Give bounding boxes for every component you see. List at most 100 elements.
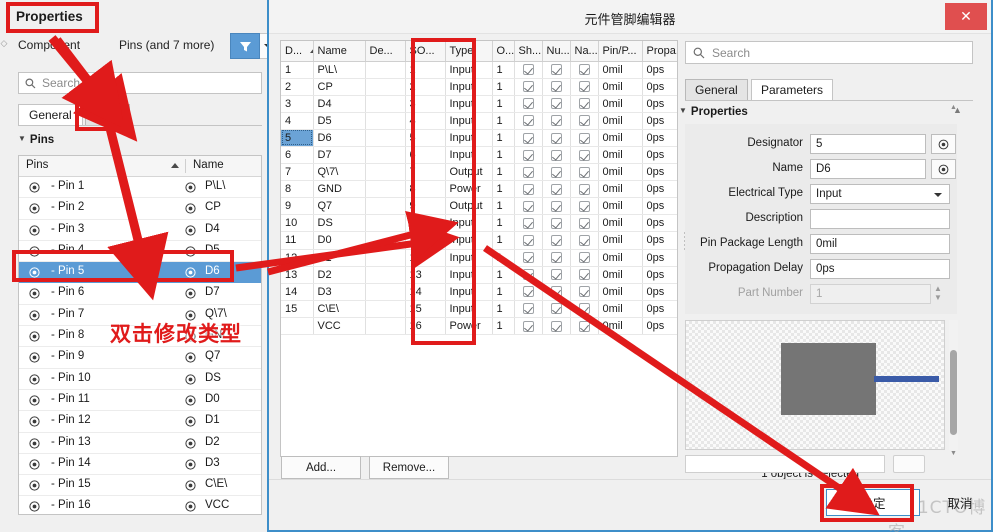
- visibility-eye-icon[interactable]: [29, 331, 40, 345]
- cell-designator[interactable]: [281, 317, 314, 336]
- cell-type[interactable]: Power: [445, 317, 493, 336]
- pin-list-item[interactable]: - Pin 13 D2: [19, 433, 261, 454]
- checkbox-checked-icon[interactable]: [578, 183, 590, 195]
- checkbox-checked-icon[interactable]: [578, 217, 590, 229]
- cell-name[interactable]: D5: [313, 112, 366, 130]
- cell-pin-package-length[interactable]: 0mil: [598, 266, 643, 284]
- pins-section-header[interactable]: ▼ Pins: [18, 134, 54, 146]
- cell-name-visible[interactable]: [570, 78, 599, 96]
- cell-description[interactable]: [365, 266, 406, 284]
- checkbox-checked-icon[interactable]: [522, 303, 534, 315]
- pin-table-row[interactable]: 2 CP 2 Input 1 0mil 0ps: [281, 78, 677, 96]
- cell-name-visible[interactable]: [570, 95, 599, 113]
- pin-table-col-pinp[interactable]: Pin/P...: [598, 41, 643, 62]
- preview-scroll-up-icon[interactable]: ▲: [949, 104, 958, 112]
- properties-extra-button[interactable]: [893, 455, 925, 473]
- pin-table-row[interactable]: 15 C\E\ 15 Input 1 0mil 0ps: [281, 300, 677, 318]
- visibility-eye-icon[interactable]: [185, 459, 196, 473]
- visibility-eye-icon[interactable]: [185, 437, 196, 452]
- visibility-eye-icon[interactable]: [29, 310, 40, 324]
- checkbox-checked-icon[interactable]: [550, 98, 562, 110]
- cell-propagation-delay[interactable]: 0ps: [642, 112, 677, 130]
- cell-propagation-delay[interactable]: 0ps: [642, 300, 677, 318]
- pin-list-item[interactable]: - Pin 4 D5: [19, 241, 261, 263]
- pins-grid-col-pins[interactable]: Pins: [26, 159, 48, 171]
- checkbox-checked-icon[interactable]: [578, 115, 590, 127]
- cell-type[interactable]: Input: [445, 61, 493, 79]
- pin-table-col-de[interactable]: De...: [365, 41, 406, 62]
- checkbox-checked-icon[interactable]: [550, 252, 562, 264]
- cell-designator[interactable]: 12: [281, 249, 314, 267]
- cell-owner[interactable]: 1: [492, 231, 515, 250]
- checkbox-checked-icon[interactable]: [550, 81, 562, 93]
- cell-owner[interactable]: 1: [492, 249, 515, 267]
- cell-schematic-order[interactable]: 4: [405, 112, 446, 130]
- cell-name-visible[interactable]: [570, 214, 599, 233]
- visibility-eye-icon[interactable]: [185, 395, 196, 409]
- panel-search-input[interactable]: Search: [18, 72, 262, 94]
- cell-number[interactable]: [542, 163, 571, 182]
- cell-name[interactable]: D0: [313, 231, 366, 250]
- property-input[interactable]: 0ps: [810, 259, 950, 279]
- pin-table-row[interactable]: 14 D3 14 Input 1 0mil 0ps: [281, 283, 677, 301]
- pin-list-item[interactable]: - Pin 14 D3: [19, 454, 261, 476]
- cell-designator[interactable]: 14: [281, 283, 314, 301]
- cell-propagation-delay[interactable]: 0ps: [642, 180, 677, 199]
- cell-type[interactable]: Power: [445, 180, 493, 199]
- cell-type[interactable]: Input: [445, 112, 493, 130]
- cell-schematic-order[interactable]: 15: [405, 300, 446, 318]
- cell-propagation-delay[interactable]: 0ps: [642, 78, 677, 96]
- cell-pin-package-length[interactable]: 0mil: [598, 231, 643, 250]
- cell-designator[interactable]: 9: [281, 197, 314, 216]
- tab-general[interactable]: General: [18, 104, 83, 126]
- cell-number[interactable]: [542, 231, 571, 250]
- cell-type[interactable]: Output: [445, 163, 493, 182]
- cell-type[interactable]: Input: [445, 95, 493, 113]
- cell-pin-package-length[interactable]: 0mil: [598, 317, 643, 336]
- cell-designator[interactable]: 6: [281, 146, 314, 165]
- pin-table-col-o[interactable]: O...: [492, 41, 515, 62]
- checkbox-checked-icon[interactable]: [550, 303, 562, 315]
- cell-propagation-delay[interactable]: 0ps: [642, 283, 677, 301]
- visibility-eye-icon[interactable]: [185, 352, 196, 366]
- cell-show[interactable]: [514, 197, 543, 216]
- cell-name-visible[interactable]: [570, 112, 599, 130]
- visibility-eye-icon[interactable]: [185, 374, 196, 388]
- cell-number[interactable]: [542, 266, 571, 284]
- pin-list-item[interactable]: - Pin 12 D1: [19, 411, 261, 433]
- cell-name-visible[interactable]: [570, 300, 599, 318]
- pin-list-item[interactable]: - Pin 15 C\E\: [19, 475, 261, 497]
- cell-description[interactable]: [365, 129, 406, 147]
- cell-propagation-delay[interactable]: 0ps: [642, 95, 677, 113]
- cell-type[interactable]: Input: [445, 146, 493, 165]
- pin-table-col-d[interactable]: D...: [281, 41, 314, 62]
- pin-table-row[interactable]: 4 D5 4 Input 1 0mil 0ps: [281, 112, 677, 130]
- cell-pin-package-length[interactable]: 0mil: [598, 300, 643, 318]
- cell-show[interactable]: [514, 112, 543, 130]
- cell-pin-package-length[interactable]: 0mil: [598, 214, 643, 233]
- cell-owner[interactable]: 1: [492, 283, 515, 301]
- cell-description[interactable]: [365, 231, 406, 250]
- pin-list-item[interactable]: - Pin 16 VCC: [19, 496, 261, 514]
- preview-scroll-down-icon[interactable]: ▼: [949, 450, 958, 458]
- cell-designator[interactable]: 11: [281, 231, 314, 250]
- checkbox-checked-icon[interactable]: [578, 98, 590, 110]
- cell-designator[interactable]: 7: [281, 163, 314, 182]
- pin-table-col-na[interactable]: Na...: [570, 41, 599, 62]
- checkbox-checked-icon[interactable]: [578, 166, 590, 178]
- cell-number[interactable]: [542, 146, 571, 165]
- cell-name-visible[interactable]: [570, 231, 599, 250]
- add-button[interactable]: Add...: [281, 456, 361, 479]
- visibility-eye-icon[interactable]: [931, 134, 956, 154]
- cell-designator[interactable]: 4: [281, 112, 314, 130]
- cell-type[interactable]: Input: [445, 231, 493, 250]
- cell-propagation-delay[interactable]: 0ps: [642, 146, 677, 165]
- properties-search-input[interactable]: Search: [685, 41, 973, 64]
- checkbox-checked-icon[interactable]: [522, 269, 534, 281]
- pin-table-container[interactable]: D... Name De... SO... Type O... Sh... Nu... Na..…: [280, 40, 678, 457]
- pin-table-col-type[interactable]: Type: [445, 41, 493, 62]
- cell-description[interactable]: [365, 214, 406, 233]
- checkbox-checked-icon[interactable]: [550, 235, 562, 247]
- pin-table-row[interactable]: 13 D2 13 Input 1 0mil 0ps: [281, 266, 677, 284]
- visibility-eye-icon[interactable]: [29, 395, 40, 409]
